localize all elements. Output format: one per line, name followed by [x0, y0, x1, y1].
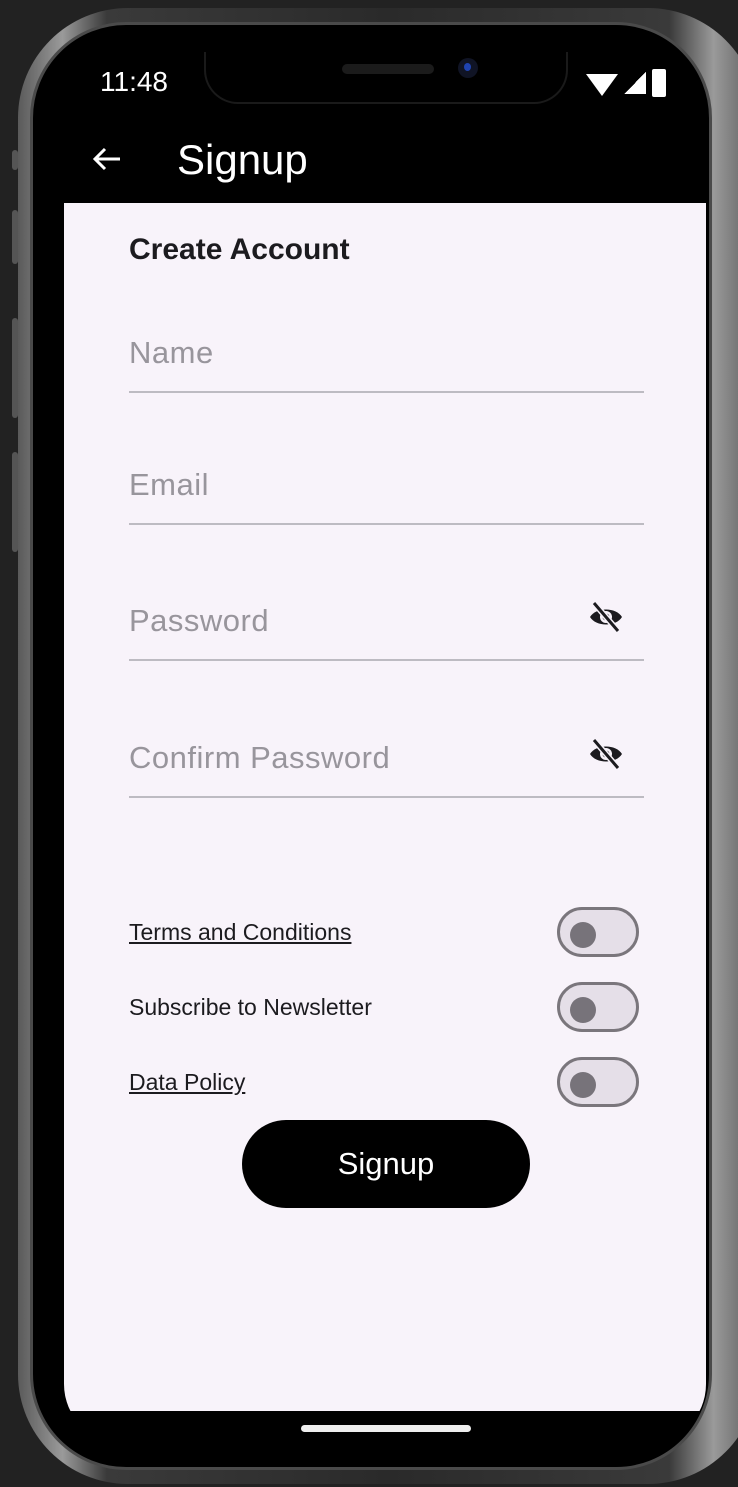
wifi-icon: [586, 74, 618, 96]
status-icons: [586, 68, 666, 98]
name-field-label: Name: [129, 335, 214, 370]
navigation-bar: [64, 1411, 706, 1444]
home-indicator[interactable]: [301, 1425, 471, 1432]
switch-knob: [570, 1072, 596, 1098]
signup-button[interactable]: Signup: [242, 1120, 530, 1208]
terms-switch[interactable]: [557, 907, 639, 957]
signup-form: Create Account Name Email Password Confi…: [64, 203, 706, 1411]
volume-up-button: [12, 210, 18, 264]
mute-switch: [12, 150, 18, 170]
terms-link[interactable]: Terms and Conditions: [129, 919, 351, 946]
confirm-password-field[interactable]: Confirm Password: [129, 726, 644, 798]
data-policy-link[interactable]: Data Policy: [129, 1069, 245, 1096]
side-button: [12, 452, 18, 552]
page-title: Signup: [177, 136, 308, 183]
switch-knob: [570, 922, 596, 948]
email-field[interactable]: Email: [129, 453, 644, 525]
name-field[interactable]: Name: [129, 321, 644, 393]
data-policy-row: Data Policy: [129, 1057, 644, 1109]
newsletter-row: Subscribe to Newsletter: [129, 982, 644, 1034]
volume-down-button: [12, 318, 18, 418]
switch-knob: [570, 997, 596, 1023]
speaker-grille: [342, 64, 434, 74]
phone-screen: 11:48 Signup Create Account Name Email P…: [64, 52, 706, 1444]
confirm-password-field-label: Confirm Password: [129, 740, 391, 775]
arrow-left-icon[interactable]: [90, 142, 124, 176]
form-heading: Create Account: [129, 233, 350, 266]
password-field-label: Password: [129, 603, 270, 638]
signal-icon: [624, 72, 646, 94]
email-field-label: Email: [129, 467, 210, 502]
status-time: 11:48: [100, 66, 168, 97]
front-camera: [458, 58, 478, 78]
app-bar: Signup: [64, 122, 706, 203]
terms-row: Terms and Conditions: [129, 907, 644, 959]
password-field[interactable]: Password: [129, 589, 644, 661]
data-policy-switch[interactable]: [557, 1057, 639, 1107]
eye-off-icon[interactable]: [588, 599, 624, 635]
notch: [204, 52, 568, 104]
status-bar: 11:48: [64, 52, 706, 122]
eye-off-icon[interactable]: [588, 736, 624, 772]
newsletter-switch[interactable]: [557, 982, 639, 1032]
newsletter-label: Subscribe to Newsletter: [129, 994, 372, 1020]
battery-icon: [652, 69, 666, 97]
